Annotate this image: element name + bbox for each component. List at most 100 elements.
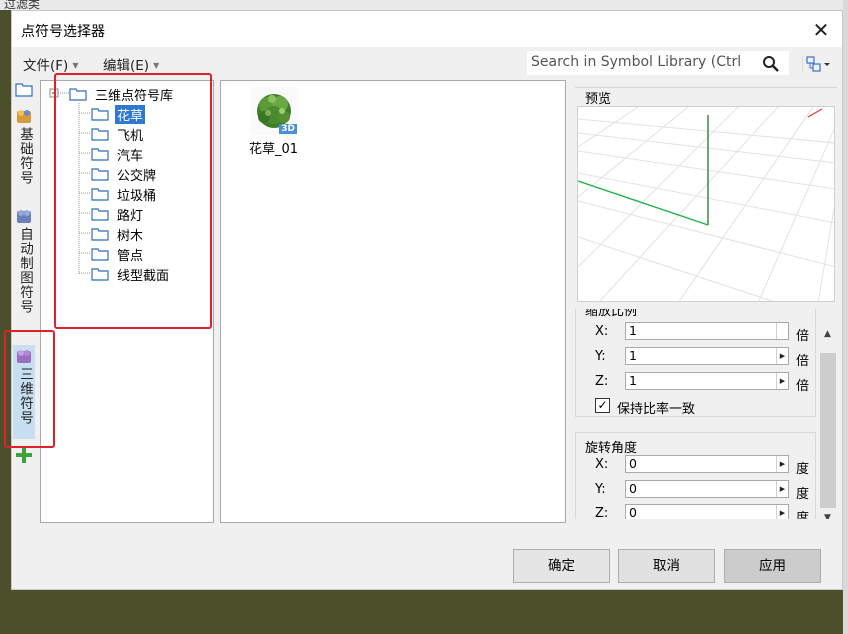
rotation-x-row: X: 0 ▶ 度 [576,455,817,477]
folder-icon [91,168,109,181]
menu-edit[interactable]: 编辑(E) ▼ [103,54,159,74]
scale-x-row: X: 1 倍 [576,322,817,344]
rotation-group: 旋转角度 X: 0 ▶ 度 Y: 0 ▶ 度 Z: 0 ▶ 度 [575,432,816,519]
folder-icon [91,128,109,141]
rotation-z-row: Z: 0 ▶ 度 [576,504,817,519]
unit-label: 倍 [796,329,810,344]
unit-label: 度 [796,487,810,502]
scale-x-field[interactable]: 1 [625,322,789,340]
search-icon[interactable] [762,55,780,73]
folder-icon [91,108,109,121]
tree-node-label: 管点 [117,249,144,264]
apply-button[interactable]: 应用 [724,549,821,583]
folder-icon [69,88,87,101]
field-value: 1 [629,348,637,363]
tree-node-label: 公交牌 [117,169,157,184]
folder-icon [91,228,109,241]
unit-label: 倍 [796,354,810,369]
chevron-down-icon: ▼ [72,61,79,70]
title-bar: 点符号选择器 ✕ [12,11,842,47]
spin-arrow-icon[interactable]: ▶ [776,373,788,389]
preview-panel: 预览 [575,87,837,303]
folder-icon [91,148,109,161]
axis-label: Y: [595,349,606,364]
unit-label: 倍 [796,379,810,394]
window-title: 点符号选择器 [21,24,105,40]
tab-3d-symbols[interactable]: 三维符号 [13,345,35,439]
symbol-library-icon [17,210,31,223]
symbol-search-box[interactable]: Search in Symbol Library (Ctrl [527,51,789,75]
folder-icon [91,248,109,261]
scale-y-field[interactable]: 1 ▶ [625,347,789,365]
scale-y-row: Y: 1 ▶ 倍 [576,347,817,369]
folder-icon [91,208,109,221]
field-value: 1 [629,373,637,388]
keep-ratio-label: 保持比率一致 [617,402,696,417]
properties-scrollbar[interactable]: ▲ ▼ [818,309,837,519]
search-input[interactable]: Search in Symbol Library (Ctrl [531,54,751,70]
axis-label: X: [595,457,609,472]
tab-auto-mapping-symbols[interactable]: 自动制图符号 [13,207,35,342]
tab-basic-symbols-label: 基础符号 [17,127,33,185]
field-value: 0 [629,456,637,471]
menu-file-label: 文件(F) [23,58,69,74]
view-mode-button[interactable] [802,55,832,73]
scale-group-title: 缩放比例 [585,309,638,319]
close-button[interactable]: ✕ [808,17,834,43]
tab-basic-symbols[interactable]: 基础符号 [13,107,35,199]
ok-button[interactable]: 确定 [513,549,610,583]
scale-group: 缩放比例 X: 1 倍 Y: 1 ▶ 倍 Z: 1 ▶ 倍 ✓ 保持比率一致 [575,309,816,417]
background-window-strip: 过滤类 [0,0,848,11]
spin-arrow-icon[interactable]: ▶ [776,481,788,497]
chevron-down-icon [824,63,830,66]
rotation-z-field[interactable]: 0 ▶ [625,504,789,519]
spin-button[interactable] [776,323,788,339]
spin-arrow-icon[interactable]: ▶ [776,505,788,519]
symbol-library-tree: 三维点符号库 花草 飞机 汽车 公交牌 垃圾桶 路灯 树木 管点 线型截面 [40,80,214,523]
tab-3d-symbols-label: 三维符号 [17,367,33,425]
scale-z-field[interactable]: 1 ▶ [625,372,789,390]
scroll-down-icon[interactable]: ▼ [818,509,837,519]
axis-label: Z: [595,506,609,519]
spin-arrow-icon[interactable]: ▶ [776,348,788,364]
preview-title: 预览 [585,92,612,107]
3d-badge: 3D [279,124,297,134]
field-value: 0 [629,481,637,496]
preview-3d-grid [578,107,834,301]
tree-node-label: 汽车 [117,149,144,164]
axis-label: X: [595,324,609,339]
scale-z-row: Z: 1 ▶ 倍 [576,372,817,394]
folder-icon [91,268,109,281]
scrollbar-thumb[interactable] [820,353,836,508]
tree-node-label: 线型截面 [117,269,170,284]
folder-icon [91,188,109,201]
rotation-x-field[interactable]: 0 ▶ [625,455,789,473]
spin-arrow-icon[interactable]: ▶ [776,456,788,472]
symbol-category-tabs: 基础符号 自动制图符号 三维符号 [12,79,38,463]
unit-label: 度 [796,462,810,477]
field-value: 0 [629,505,637,519]
keep-ratio-checkbox[interactable]: ✓ [595,398,610,413]
axis-label: Y: [595,482,606,497]
tree-node-label: 垃圾桶 [117,189,157,204]
cancel-button[interactable]: 取消 [618,549,715,583]
symbol-library-icon [17,110,31,123]
chevron-down-icon: ▼ [153,61,160,70]
menu-bar: 文件(F) ▼ 编辑(E) ▼ Search in Symbol Library (… [12,47,842,77]
symbol-thumbnail[interactable]: 3D [250,87,298,135]
tree-root-label: 三维点符号库 [95,89,174,104]
scroll-up-icon[interactable]: ▲ [818,325,837,343]
symbol-library-icon [17,350,31,363]
tree-node-label: 飞机 [117,129,144,144]
symbol-label: 花草_01 [249,142,299,157]
add-icon[interactable] [15,446,33,464]
unit-label: 度 [796,511,810,519]
tree-node-label: 树木 [117,229,144,244]
point-symbol-selector-dialog: 点符号选择器 ✕ 文件(F) ▼ 编辑(E) ▼ Search in Symbol … [11,10,843,590]
axis-label: Z: [595,374,609,389]
folder-icon[interactable] [15,81,33,97]
menu-file[interactable]: 文件(F) ▼ [23,54,78,74]
tree-node-label: 路灯 [117,209,144,224]
rotation-y-field[interactable]: 0 ▶ [625,480,789,498]
preview-viewport[interactable] [577,106,835,302]
